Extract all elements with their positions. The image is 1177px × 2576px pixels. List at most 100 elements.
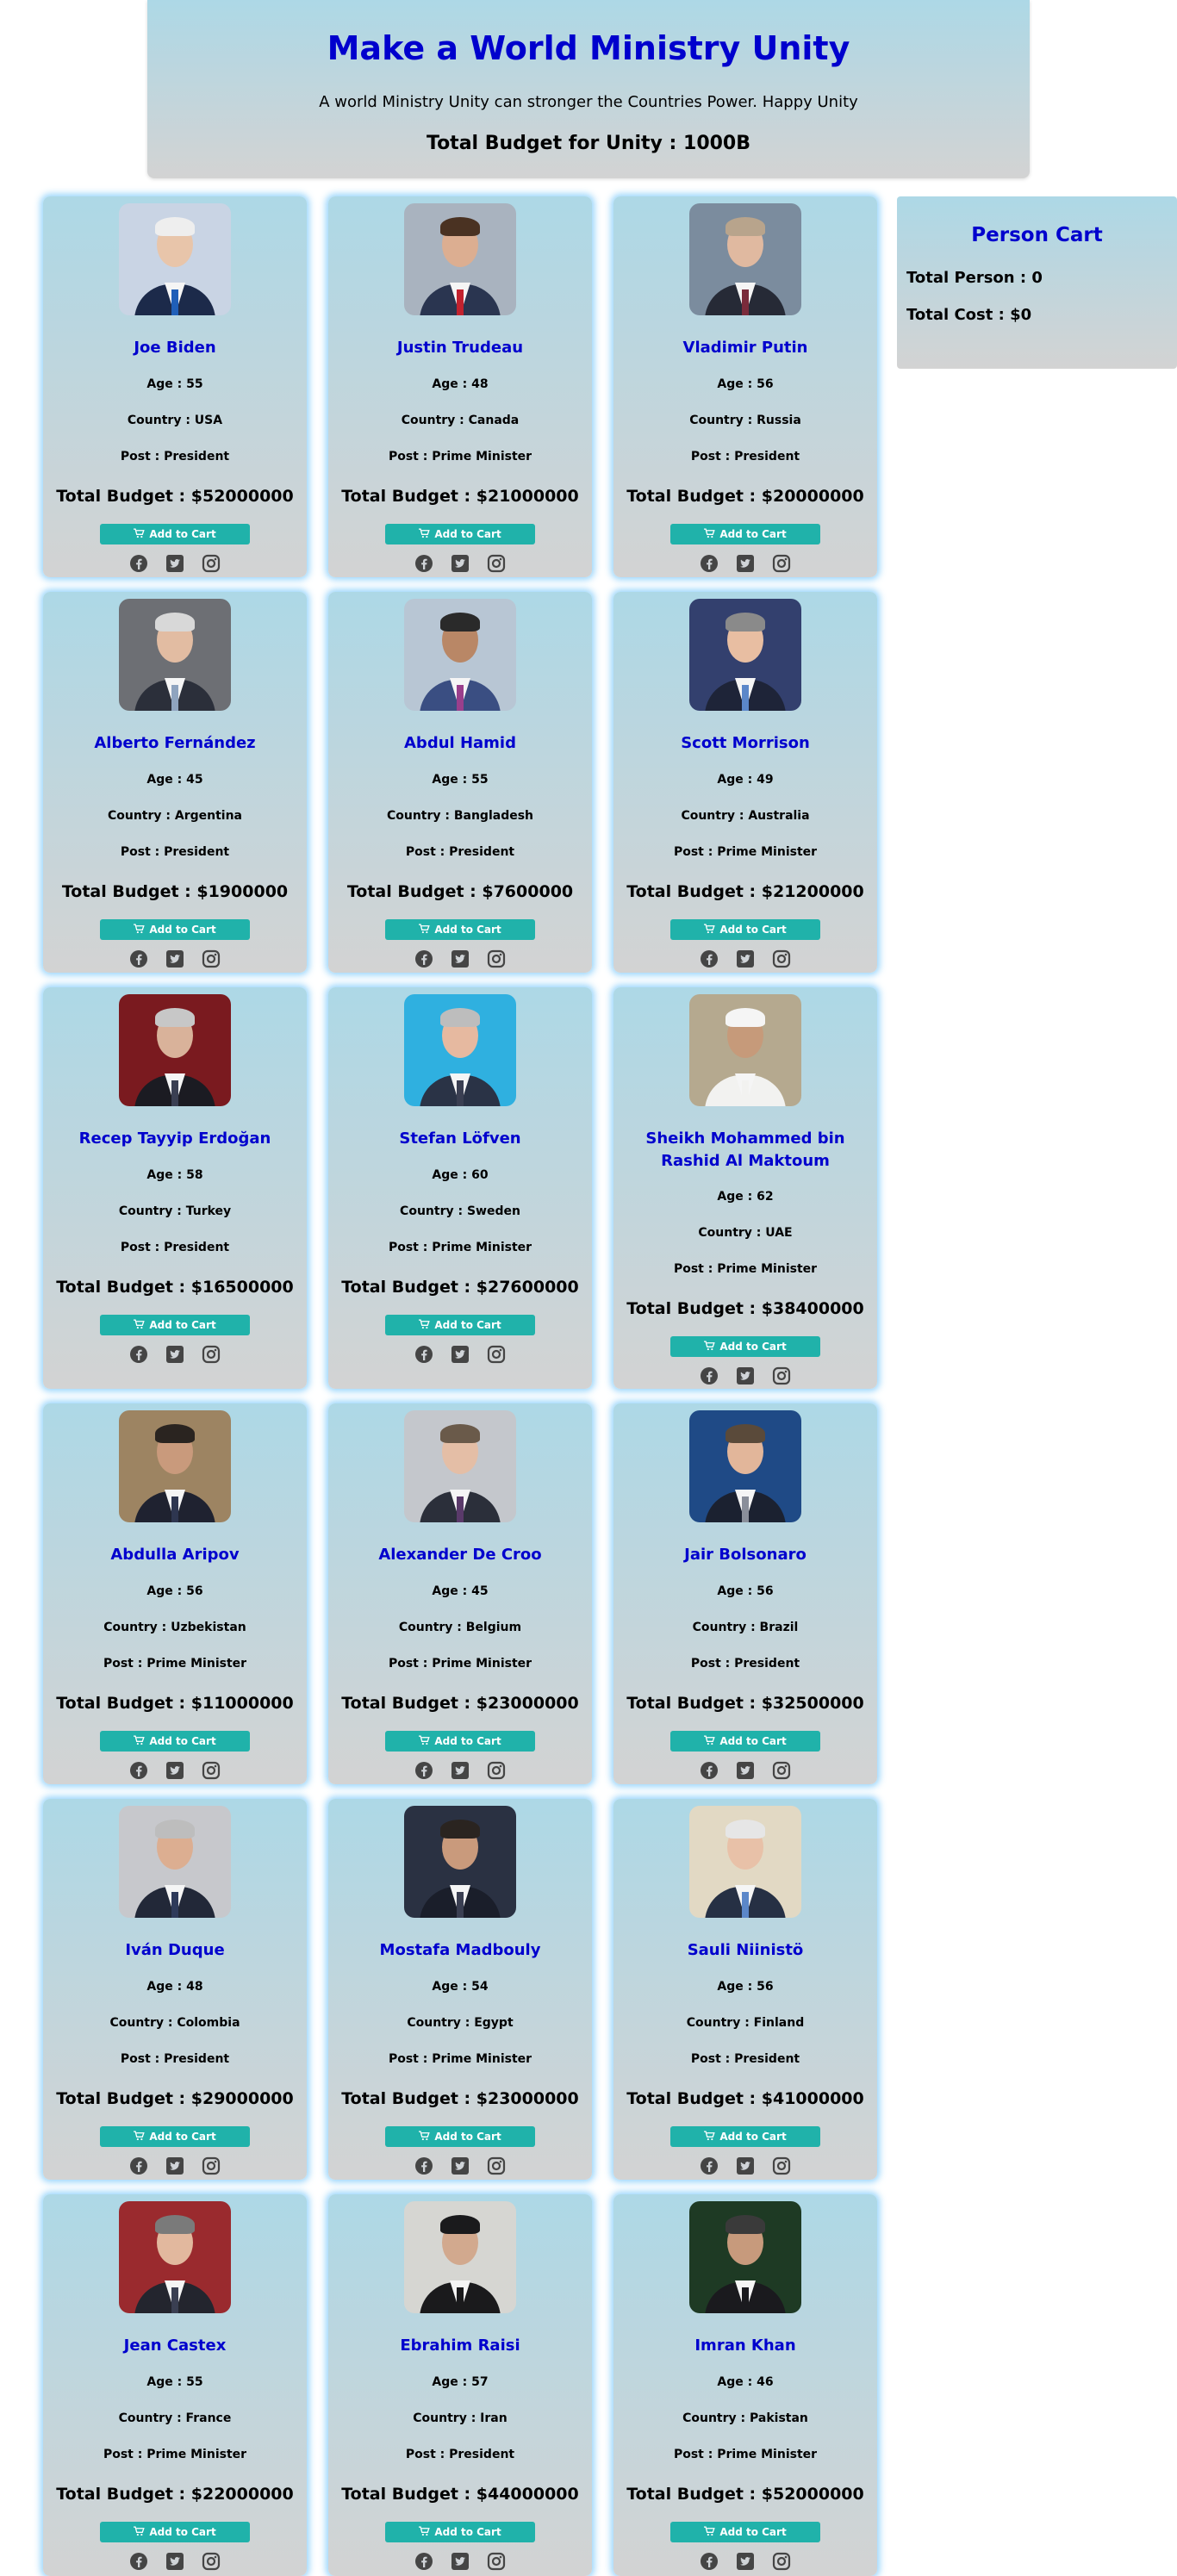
instagram-icon[interactable] — [487, 949, 506, 968]
instagram-icon[interactable] — [202, 2552, 221, 2571]
facebook-icon[interactable] — [129, 2552, 148, 2571]
facebook-icon[interactable] — [700, 554, 719, 573]
facebook-icon[interactable] — [700, 1761, 719, 1780]
add-to-cart-button[interactable]: Add to Cart — [670, 2522, 820, 2542]
person-photo — [119, 1410, 231, 1522]
person-photo — [689, 599, 801, 711]
instagram-icon[interactable] — [487, 1761, 506, 1780]
add-to-cart-label: Add to Cart — [149, 1319, 216, 1331]
person-card: Jean Castex Age : 55 Country : France Post … — [43, 2194, 307, 2576]
add-to-cart-button[interactable]: Add to Cart — [100, 2522, 250, 2542]
twitter-icon[interactable] — [165, 1761, 184, 1780]
twitter-icon[interactable] — [736, 554, 755, 573]
facebook-icon[interactable] — [414, 949, 433, 968]
person-name: Ebrahim Raisi — [400, 2336, 520, 2355]
twitter-icon[interactable] — [451, 1761, 470, 1780]
instagram-icon[interactable] — [772, 2156, 791, 2175]
add-to-cart-button[interactable]: Add to Cart — [100, 1315, 250, 1335]
social-links — [43, 554, 307, 573]
person-photo — [119, 2201, 231, 2313]
facebook-icon[interactable] — [700, 2552, 719, 2571]
instagram-icon[interactable] — [487, 2552, 506, 2571]
twitter-icon[interactable] — [736, 2552, 755, 2571]
twitter-icon[interactable] — [736, 1761, 755, 1780]
facebook-icon[interactable] — [700, 1366, 719, 1385]
twitter-icon[interactable] — [451, 2156, 470, 2175]
person-budget: Total Budget : $44000000 — [341, 2485, 579, 2504]
twitter-icon[interactable] — [736, 2156, 755, 2175]
person-post: Post : Prime Minister — [673, 1262, 818, 1276]
add-to-cart-button[interactable]: Add to Cart — [670, 524, 820, 544]
add-to-cart-button[interactable]: Add to Cart — [670, 2126, 820, 2147]
add-to-cart-label: Add to Cart — [149, 924, 216, 936]
person-age: Age : 56 — [717, 377, 774, 391]
add-to-cart-button[interactable]: Add to Cart — [670, 1336, 820, 1357]
person-budget: Total Budget : $32500000 — [626, 1694, 864, 1713]
add-to-cart-button[interactable]: Add to Cart — [100, 524, 250, 544]
person-photo — [404, 2201, 516, 2313]
instagram-icon[interactable] — [202, 949, 221, 968]
social-links — [328, 1761, 592, 1780]
facebook-icon[interactable] — [129, 1761, 148, 1780]
add-to-cart-button[interactable]: Add to Cart — [385, 1315, 535, 1335]
instagram-icon[interactable] — [487, 554, 506, 573]
facebook-icon[interactable] — [414, 2156, 433, 2175]
add-to-cart-button[interactable]: Add to Cart — [385, 2126, 535, 2147]
facebook-icon[interactable] — [129, 949, 148, 968]
facebook-icon[interactable] — [129, 554, 148, 573]
twitter-icon[interactable] — [451, 1345, 470, 1364]
add-to-cart-label: Add to Cart — [434, 2526, 501, 2538]
facebook-icon[interactable] — [700, 2156, 719, 2175]
facebook-icon[interactable] — [414, 554, 433, 573]
add-to-cart-button[interactable]: Add to Cart — [385, 524, 535, 544]
social-links — [43, 1761, 307, 1780]
facebook-icon[interactable] — [414, 1345, 433, 1364]
instagram-icon[interactable] — [487, 1345, 506, 1364]
add-to-cart-button[interactable]: Add to Cart — [385, 919, 535, 940]
facebook-icon[interactable] — [129, 1345, 148, 1364]
person-name: Jair Bolsonaro — [684, 1546, 806, 1564]
twitter-icon[interactable] — [165, 554, 184, 573]
instagram-icon[interactable] — [772, 1761, 791, 1780]
person-name: Mostafa Madbouly — [379, 1941, 541, 1959]
facebook-icon[interactable] — [414, 1761, 433, 1780]
twitter-icon[interactable] — [165, 949, 184, 968]
person-age: Age : 55 — [146, 2375, 203, 2389]
twitter-icon[interactable] — [451, 2552, 470, 2571]
person-budget: Total Budget : $1900000 — [61, 882, 289, 901]
add-to-cart-button[interactable]: Add to Cart — [100, 919, 250, 940]
person-post: Post : Prime Minister — [673, 845, 818, 859]
instagram-icon[interactable] — [202, 2156, 221, 2175]
instagram-icon[interactable] — [772, 949, 791, 968]
person-country: Country : Russia — [689, 414, 801, 427]
person-name: Abdulla Aripov — [110, 1546, 240, 1564]
twitter-icon[interactable] — [451, 554, 470, 573]
twitter-icon[interactable] — [165, 2156, 184, 2175]
person-age: Age : 58 — [146, 1168, 203, 1182]
twitter-icon[interactable] — [451, 949, 470, 968]
person-card: Recep Tayyip Erdoğan Age : 58 Country : Tu… — [43, 987, 307, 1389]
add-to-cart-button[interactable]: Add to Cart — [385, 1731, 535, 1752]
instagram-icon[interactable] — [772, 1366, 791, 1385]
person-budget: Total Budget : $20000000 — [626, 487, 864, 506]
facebook-icon[interactable] — [414, 2552, 433, 2571]
instagram-icon[interactable] — [202, 554, 221, 573]
facebook-icon[interactable] — [700, 949, 719, 968]
add-to-cart-button[interactable]: Add to Cart — [100, 2126, 250, 2147]
page-header: Make a World Ministry Unity A world Mini… — [147, 0, 1030, 178]
instagram-icon[interactable] — [487, 2156, 506, 2175]
instagram-icon[interactable] — [772, 554, 791, 573]
instagram-icon[interactable] — [772, 2552, 791, 2571]
add-to-cart-button[interactable]: Add to Cart — [670, 919, 820, 940]
cart-icon — [419, 923, 431, 936]
twitter-icon[interactable] — [165, 2552, 184, 2571]
add-to-cart-button[interactable]: Add to Cart — [670, 1731, 820, 1752]
facebook-icon[interactable] — [129, 2156, 148, 2175]
instagram-icon[interactable] — [202, 1761, 221, 1780]
instagram-icon[interactable] — [202, 1345, 221, 1364]
twitter-icon[interactable] — [736, 1366, 755, 1385]
add-to-cart-button[interactable]: Add to Cart — [100, 1731, 250, 1752]
twitter-icon[interactable] — [165, 1345, 184, 1364]
add-to-cart-button[interactable]: Add to Cart — [385, 2522, 535, 2542]
twitter-icon[interactable] — [736, 949, 755, 968]
